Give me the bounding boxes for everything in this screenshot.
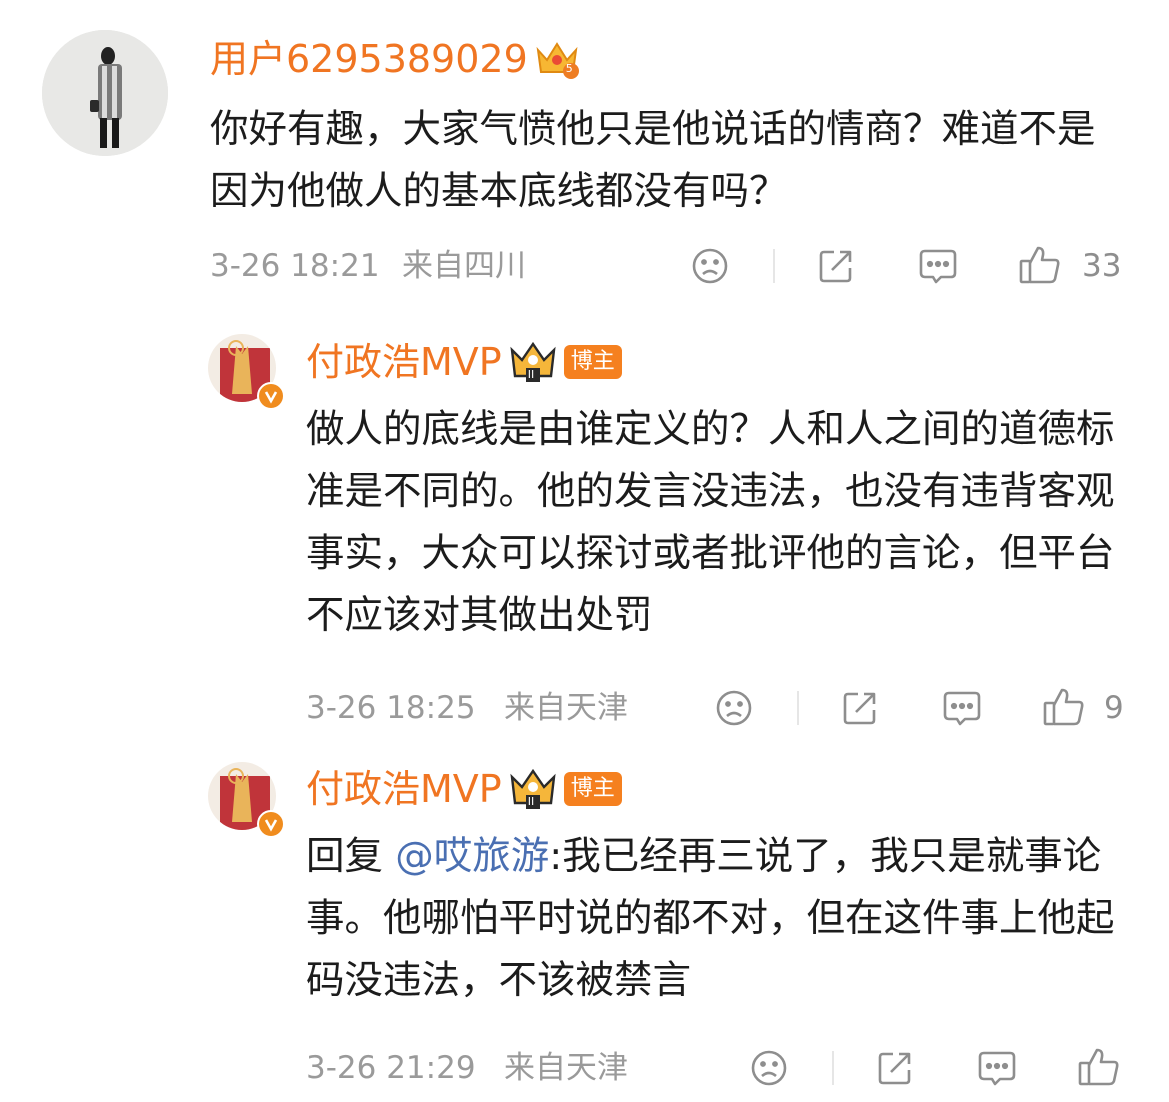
vip-level: 5	[565, 62, 573, 75]
avatar[interactable]	[208, 762, 285, 838]
thumbs-up-icon[interactable]	[1077, 1046, 1121, 1088]
comment-location: 来自天津	[504, 1050, 628, 1086]
comment-location: 来自四川	[402, 248, 526, 284]
reply-prefix: 回复	[306, 834, 384, 879]
share-icon[interactable]	[875, 1048, 915, 1088]
comment-time: 3-26 21:29	[306, 1050, 476, 1086]
thumbs-up-icon[interactable]	[1042, 686, 1086, 728]
comment-time: 3-26 18:21	[210, 248, 380, 284]
comment-icon[interactable]	[941, 688, 983, 728]
like-count: 33	[1082, 248, 1122, 284]
crown-icon: II	[508, 340, 558, 384]
comment-text: 做人的底线是由谁定义的？人和人之间的道德标准是不同的。他的发言没违法，也没有违背…	[306, 407, 1115, 638]
comment-location: 来自天津	[504, 690, 628, 726]
like-count: 9	[1104, 690, 1124, 726]
author-name[interactable]: 付政浩MVP	[306, 770, 502, 808]
vip-level: II	[527, 795, 535, 808]
sad-face-icon[interactable]	[749, 1048, 789, 1088]
share-icon[interactable]	[816, 246, 856, 286]
comment-text: 回复 @哎旅游:我已经再三说了，我只是就事论事。他哪怕平时说的都不对，但在这件事…	[306, 826, 1116, 1012]
crown-icon: II	[508, 767, 558, 811]
mention-link[interactable]: @哎旅游	[395, 834, 549, 879]
share-icon[interactable]	[840, 688, 880, 728]
comment-icon[interactable]	[976, 1048, 1018, 1088]
author-name[interactable]: 用户6295389029	[210, 40, 528, 78]
crown-icon: 5	[534, 38, 580, 80]
verified-icon	[257, 810, 285, 838]
avatar[interactable]	[42, 30, 168, 156]
comment-text: 你好有趣，大家气愤他只是他说话的情商？难道不是因为他做人的基本底线都没有吗？	[210, 107, 1096, 214]
divider	[832, 1051, 834, 1085]
blogger-badge: 博主	[563, 772, 622, 806]
comment-time: 3-26 18:25	[306, 690, 476, 726]
sad-face-icon[interactable]	[690, 246, 730, 286]
vip-level: II	[527, 368, 535, 381]
comment-icon[interactable]	[917, 246, 959, 286]
divider	[773, 249, 775, 283]
thumbs-up-icon[interactable]	[1018, 244, 1062, 286]
verified-icon	[257, 382, 285, 410]
sad-face-icon[interactable]	[714, 688, 754, 728]
blogger-badge: 博主	[563, 345, 622, 379]
avatar[interactable]	[208, 334, 285, 410]
divider	[797, 691, 799, 725]
author-name[interactable]: 付政浩MVP	[306, 343, 502, 381]
